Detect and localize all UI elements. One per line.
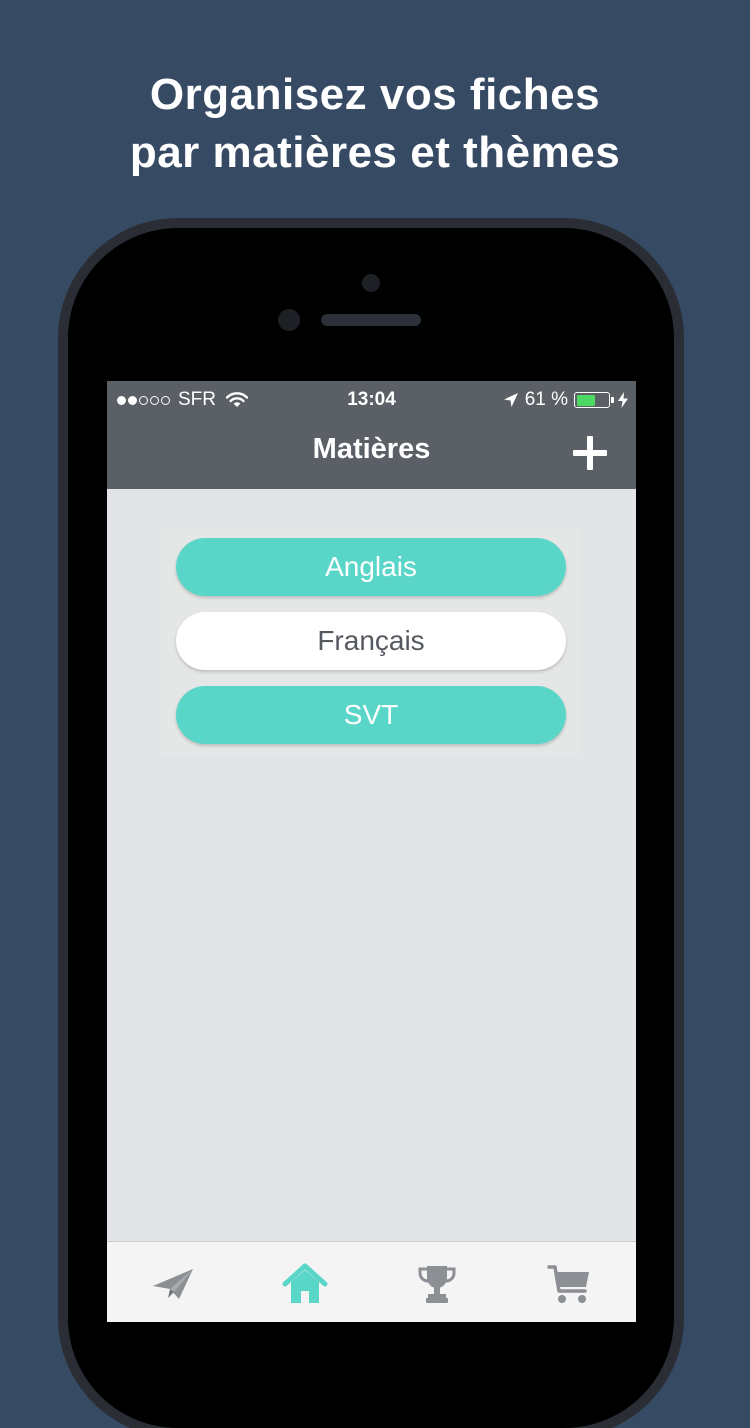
add-subject-button[interactable]: [572, 435, 608, 471]
earpiece-speaker: [321, 314, 421, 326]
tab-send[interactable]: [149, 1260, 197, 1308]
charging-bolt-icon: [618, 392, 628, 408]
front-camera: [278, 309, 300, 331]
trophy-icon: [418, 1266, 456, 1303]
subject-button-svt[interactable]: SVT: [176, 686, 566, 744]
cart-icon: [547, 1265, 589, 1303]
tab-home[interactable]: [281, 1260, 329, 1308]
page-title: Matières: [312, 433, 431, 465]
phone-screen: SFR 13:04 61 % Matières Anglais Français…: [107, 381, 636, 1322]
battery-icon: [574, 392, 614, 408]
navigation-bar: Matières: [107, 419, 636, 489]
marketing-headline: Organisez vos fiches par matières et thè…: [0, 66, 750, 182]
location-arrow-icon: [503, 393, 518, 407]
status-bar: SFR 13:04 61 %: [107, 381, 636, 419]
headline-line-2: par matières et thèmes: [129, 128, 621, 177]
headline-line-1: Organisez vos fiches: [149, 70, 601, 119]
tab-bar: [107, 1241, 636, 1322]
subject-button-anglais[interactable]: Anglais: [176, 538, 566, 596]
status-right: 61 %: [503, 389, 628, 411]
subject-button-francais[interactable]: Français: [176, 612, 566, 670]
paper-plane-icon: [153, 1269, 193, 1299]
battery-percent: 61 %: [524, 389, 568, 410]
battery-level: [576, 394, 596, 406]
tab-achievements[interactable]: [413, 1260, 461, 1308]
tab-store[interactable]: [545, 1260, 593, 1308]
proximity-sensor: [362, 274, 380, 292]
subject-list: Anglais Français SVT: [161, 528, 581, 756]
home-icon: [282, 1263, 328, 1303]
